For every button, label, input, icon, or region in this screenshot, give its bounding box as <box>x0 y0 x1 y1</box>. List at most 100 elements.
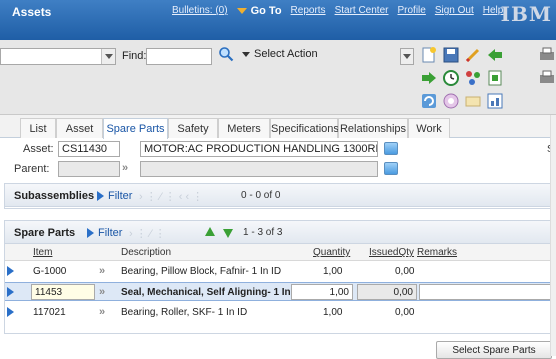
link-icon[interactable] <box>442 92 460 110</box>
search-icon[interactable] <box>218 46 234 62</box>
subassemblies-title: Subassemblies <box>14 190 95 202</box>
chart-report-icon[interactable] <box>486 92 504 110</box>
disabled-nav-icons: › ⋮ ⁄ ⋮ ‹ ‹ ⋮ <box>139 191 204 203</box>
parent-detail-arrow-icon[interactable]: » <box>122 162 128 174</box>
parent-label: Parent: <box>14 163 50 175</box>
cell-item: G-1000 <box>33 266 67 277</box>
disabled-nav-icons: › ⋮ ⁄ ⋮ <box>129 228 166 240</box>
toolbar: Find: Select Action <box>0 40 556 115</box>
vertical-scrollbar[interactable] <box>550 115 556 356</box>
cell-description: Bearing, Pillow Block, Fafnir- 1 In ID <box>121 266 282 277</box>
col-quantity[interactable]: Quantity <box>313 247 350 258</box>
detail-arrow-icon[interactable]: » <box>99 306 105 318</box>
query-combo[interactable] <box>0 48 116 65</box>
header-bar: Assets Bulletins: (0) Go To Reports Star… <box>0 0 556 40</box>
cell-quantity: 1,00 <box>323 307 343 318</box>
edit-icon[interactable] <box>464 46 482 64</box>
expand-row-icon[interactable] <box>7 266 14 276</box>
tab-work[interactable]: Work <box>408 118 450 138</box>
spare-parts-filter-button[interactable]: Filter <box>87 227 122 239</box>
clock-icon[interactable] <box>442 69 460 87</box>
tab-meters[interactable]: Meters <box>218 118 270 138</box>
tab-asset[interactable]: Asset <box>56 118 103 138</box>
col-issuedqty[interactable]: IssuedQty <box>369 247 414 258</box>
col-item[interactable]: Item <box>33 247 52 258</box>
cell-description: Bearing, Roller, SKF- 1 In ID <box>121 307 248 318</box>
table-row-selected[interactable]: 11453 » Seal, Mechanical, Self Aligning-… <box>5 282 555 301</box>
cell-issuedqty: 0,00 <box>395 307 415 318</box>
table-row[interactable]: 117021 » Bearing, Roller, SKF- 1 In ID 1… <box>5 303 555 322</box>
tab-list[interactable]: List <box>20 118 56 138</box>
profile-link[interactable]: Profile <box>397 5 425 17</box>
arrow-down-icon[interactable] <box>223 229 233 238</box>
goto-menu[interactable]: Go To <box>236 5 282 17</box>
select-action-arrow[interactable] <box>400 48 414 65</box>
spare-parts-title: Spare Parts <box>14 227 76 239</box>
ibm-logo: IBM <box>500 2 552 26</box>
map-icon[interactable] <box>464 92 482 110</box>
detail-arrow-icon[interactable]: » <box>99 286 105 298</box>
subassemblies-header: Subassemblies Filter › ⋮ ⁄ ⋮ ‹ ‹ ⋮ 0 - 0… <box>5 184 555 207</box>
asset-field[interactable]: CS11430 <box>58 141 120 157</box>
cell-issuedqty: 0,00 <box>395 266 415 277</box>
chevron-down-icon[interactable] <box>101 49 115 64</box>
table-row[interactable]: G-1000 » Bearing, Pillow Block, Fafnir- … <box>5 262 555 281</box>
tab-safety[interactable]: Safety <box>168 118 218 138</box>
expand-row-icon[interactable] <box>7 287 14 297</box>
subassemblies-filter-button[interactable]: Filter <box>97 190 132 202</box>
find-input[interactable] <box>146 48 212 65</box>
table-header: Item Description Quantity IssuedQty Rema… <box>5 244 555 261</box>
select-action-dropdown[interactable]: Select Action <box>242 48 412 65</box>
parent-description-field <box>140 161 378 177</box>
new-icon[interactable] <box>420 46 438 64</box>
cell-quantity: 1,00 <box>323 266 343 277</box>
print-icon[interactable] <box>538 46 556 64</box>
sign-out-link[interactable]: Sign Out <box>435 5 474 17</box>
detail-arrow-icon[interactable]: » <box>99 265 105 277</box>
spare-parts-header: Spare Parts Filter › ⋮ ⁄ ⋮ 1 - 3 of 3 <box>5 221 555 244</box>
filter-icon <box>97 191 104 202</box>
back-icon[interactable] <box>486 46 504 64</box>
parent-lookup-icon[interactable] <box>384 162 398 175</box>
subassemblies-pager: 0 - 0 of 0 <box>241 190 281 201</box>
subassemblies-section: Subassemblies Filter › ⋮ ⁄ ⋮ ‹ ‹ ⋮ 0 - 0… <box>4 183 556 209</box>
asset-label: Asset: <box>23 143 54 155</box>
start-center-link[interactable]: Start Center <box>335 5 389 17</box>
tab-specifications[interactable]: Specifications <box>270 118 339 138</box>
bulletins-link[interactable]: Bulletins: (0) <box>172 5 228 17</box>
col-remarks[interactable]: Remarks <box>417 247 457 258</box>
save-icon[interactable] <box>442 46 460 64</box>
tab-relationships[interactable]: Relationships <box>338 118 408 138</box>
report-icon[interactable] <box>486 69 504 87</box>
select-spare-parts-button[interactable]: Select Spare Parts <box>436 341 552 359</box>
tab-spare-parts[interactable]: Spare Parts <box>103 118 168 139</box>
spare-parts-section: Spare Parts Filter › ⋮ ⁄ ⋮ 1 - 3 of 3 It… <box>4 220 556 334</box>
asset-description-field[interactable]: MOTOR:AC PRODUCTION HANDLING 1300RPM <box>140 141 378 157</box>
main-content: List Asset Spare Parts Safety Meters Spe… <box>0 115 556 359</box>
goto-arrow-icon <box>236 8 247 15</box>
quantity-input[interactable]: 1,00 <box>291 284 353 300</box>
parent-field[interactable] <box>58 161 120 177</box>
expand-row-icon[interactable] <box>7 307 14 317</box>
cell-item: 117021 <box>33 307 66 318</box>
next-icon[interactable] <box>420 69 438 87</box>
find-label: Find: <box>122 50 147 62</box>
spare-parts-pager: 1 - 3 of 3 <box>243 227 283 238</box>
app-title: Assets <box>12 5 52 19</box>
refresh-icon[interactable] <box>420 92 438 110</box>
cell-description: Seal, Mechanical, Self Aligning- 1 In ID <box>121 287 304 298</box>
header-links: Bulletins: (0) Go To Reports Start Cente… <box>172 5 503 17</box>
chevron-down-icon <box>242 51 250 57</box>
filter-icon <box>87 228 94 239</box>
col-description[interactable]: Description <box>121 247 171 258</box>
detail-menu-icon[interactable] <box>384 142 398 155</box>
filter-label: Filter <box>108 190 133 202</box>
remarks-input[interactable] <box>419 284 551 300</box>
reports-link[interactable]: Reports <box>291 5 326 17</box>
page-icon[interactable] <box>538 69 556 87</box>
select-action-label: Select Action <box>254 48 318 60</box>
arrow-up-icon[interactable] <box>205 227 215 236</box>
item-input[interactable]: 11453 <box>31 284 95 300</box>
issuedqty-field: 0,00 <box>357 284 417 300</box>
workflow-icon[interactable] <box>464 69 482 87</box>
